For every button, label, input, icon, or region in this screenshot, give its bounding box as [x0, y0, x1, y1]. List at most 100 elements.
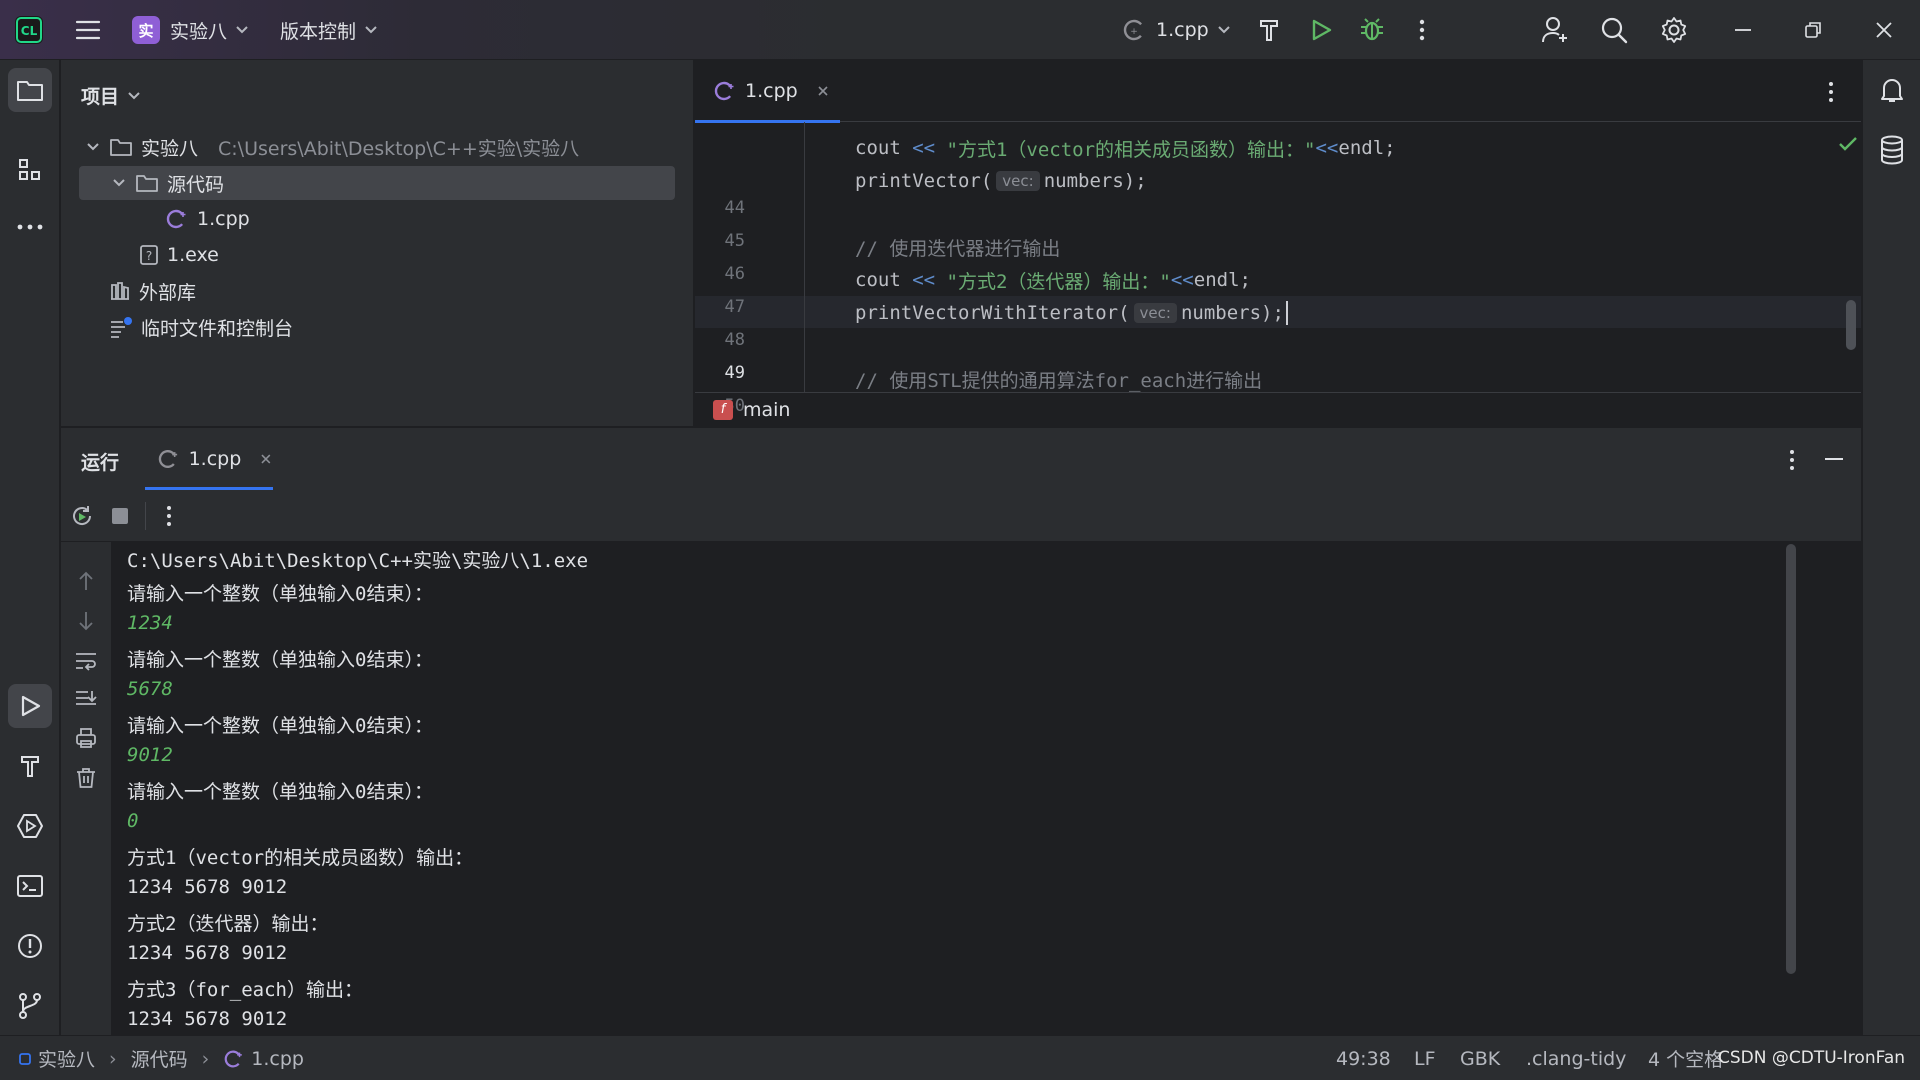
indent-setting[interactable]: 4 个空格	[1648, 1036, 1723, 1080]
restore-window-icon[interactable]	[1802, 0, 1824, 60]
cpp-file-icon	[166, 209, 186, 229]
tree-item-scratches[interactable]: 临时文件和控制台	[79, 310, 675, 344]
code-string: "方式2（迭代器）输出："	[935, 270, 1171, 293]
clion-logo-icon[interactable]: CL	[14, 0, 44, 60]
line-number: 47	[724, 297, 745, 317]
console-scrollbar[interactable]	[1786, 544, 1796, 974]
scroll-to-end-icon[interactable]	[74, 688, 98, 710]
parameter-hint: vec:	[1133, 303, 1177, 323]
line-separator[interactable]: LF	[1414, 1036, 1436, 1080]
console-side-toolbar	[61, 542, 111, 1036]
status-crumb-project[interactable]: 实验八	[38, 1045, 95, 1072]
close-tab-icon[interactable]	[259, 452, 273, 466]
database-icon[interactable]	[1870, 128, 1914, 172]
settings-gear-icon[interactable]	[1660, 0, 1688, 60]
close-window-icon[interactable]	[1873, 0, 1895, 60]
code-token: endl;	[1338, 137, 1396, 159]
tree-item-label: 实验八	[141, 137, 199, 160]
status-breadcrumb[interactable]: 实验八 › 源代码 › 1.cpp	[18, 1036, 304, 1080]
code-operator: <<	[912, 269, 936, 291]
title-bar: CL 实 实验八 版本控制 + 1.cpp	[0, 0, 1920, 60]
line-number-current: 49	[724, 363, 745, 383]
git-branch-icon[interactable]	[8, 984, 52, 1028]
services-icon[interactable]	[8, 804, 52, 848]
more-actions-icon[interactable]	[1410, 0, 1434, 60]
run-tool-icon[interactable]	[8, 684, 52, 728]
code-line-47[interactable]: // 使用迭代器进行输出	[855, 232, 1060, 262]
console-input-line: 1234	[127, 612, 173, 634]
tree-item-label: 外部库	[139, 281, 197, 304]
scroll-down-arrow-icon[interactable]	[76, 610, 96, 632]
scroll-up-arrow-icon[interactable]	[76, 570, 96, 592]
crumb-separator-icon: ›	[109, 1047, 117, 1070]
run-toolbar	[61, 490, 1861, 542]
status-bar: 实验八 › 源代码 › 1.cpp 49:38 LF GBK .clang-ti…	[0, 1035, 1920, 1080]
code-token: printVectorWithIterator(	[855, 302, 1130, 324]
console-output[interactable]: C:\Users\Abit\Desktop\C++实验\实验八\1.exe 请输…	[111, 542, 1861, 1036]
print-icon[interactable]	[74, 726, 98, 750]
line-number: 48	[724, 330, 745, 350]
debug-bug-icon[interactable]	[1358, 0, 1386, 60]
tree-item-cpp-file[interactable]: 1.cpp	[79, 202, 675, 236]
clear-trash-icon[interactable]	[74, 766, 98, 790]
code-token: printVector(	[855, 170, 993, 192]
soft-wrap-icon[interactable]	[74, 650, 98, 672]
project-panel-header[interactable]: 项目	[81, 82, 141, 109]
terminal-icon[interactable]	[8, 864, 52, 908]
search-icon[interactable]	[1600, 0, 1628, 60]
editor-tab-1cpp[interactable]: 1.cpp	[695, 60, 840, 123]
run-tab-1cpp[interactable]: 1.cpp	[145, 428, 273, 490]
editor-breadcrumb[interactable]: f main	[695, 392, 1861, 426]
tree-item-label: 1.cpp	[197, 208, 250, 230]
stop-icon[interactable]	[109, 505, 131, 527]
parameter-hint: vec:	[996, 171, 1040, 191]
caret-position[interactable]: 49:38	[1336, 1036, 1391, 1080]
status-crumb-folder[interactable]: 源代码	[131, 1045, 188, 1072]
hide-panel-icon[interactable]	[1823, 448, 1845, 470]
code-line-44[interactable]: cout << "方式1（vector的相关成员函数）输出：" << endl;	[855, 133, 1396, 163]
tree-item-project-root[interactable]: 实验八 C:\Users\Abit\Desktop\C++实验\实验八	[79, 130, 675, 164]
project-switcher[interactable]: 实 实验八	[132, 0, 249, 60]
status-crumb-file[interactable]: 1.cpp	[251, 1048, 304, 1070]
tree-item-external-libs[interactable]: 外部库	[79, 274, 675, 308]
more-tools-icon[interactable]	[8, 205, 52, 249]
build-hammer-icon[interactable]	[1256, 0, 1282, 60]
console-line: 1234 5678 9012	[127, 876, 288, 898]
console-line: 请输入一个整数（单独输入0结束）：	[127, 781, 433, 803]
text-caret	[1285, 301, 1288, 325]
tree-item-exe-file[interactable]: ? 1.exe	[79, 238, 675, 272]
run-tab-bar: 运行 1.cpp	[61, 428, 1861, 490]
code-line-45[interactable]: printVector(vec: numbers);	[855, 166, 1147, 196]
main-menu-icon[interactable]	[74, 0, 102, 60]
code-token: endl;	[1193, 269, 1251, 291]
run-config-selector[interactable]: + 1.cpp	[1122, 0, 1231, 60]
line-number: 46	[724, 264, 745, 284]
editor-scrollbar[interactable]	[1846, 300, 1856, 350]
crumb-separator-icon: ›	[201, 1047, 210, 1070]
run-play-icon[interactable]	[1308, 0, 1334, 60]
close-tab-icon[interactable]	[816, 84, 830, 98]
code-line-48[interactable]: cout << "方式2（迭代器）输出：" << endl;	[855, 265, 1251, 295]
run-panel: 运行 1.cpp C:\Users\Abit\Desktop\C++实验\实验八…	[61, 427, 1861, 1036]
file-encoding[interactable]: GBK	[1460, 1036, 1500, 1080]
cpp-file-icon	[714, 81, 734, 101]
run-toolbar-more-icon[interactable]	[165, 505, 173, 527]
vcs-menu[interactable]: 版本控制	[280, 0, 378, 60]
rerun-icon[interactable]	[69, 503, 95, 529]
code-line-51[interactable]: // 使用STL提供的通用算法for_each进行输出	[855, 364, 1262, 394]
project-tool-folder-icon[interactable]	[8, 68, 52, 112]
add-user-icon[interactable]	[1540, 0, 1570, 60]
tree-item-source[interactable]: 源代码	[79, 166, 675, 200]
problems-icon[interactable]	[8, 924, 52, 968]
no-problems-check-icon[interactable]	[1838, 136, 1858, 152]
code-line-49[interactable]: printVectorWithIterator(vec: numbers);	[855, 298, 1288, 328]
editor-more-icon[interactable]	[1827, 80, 1835, 104]
code-editor: 1.cpp 44 45 46 47 48 49 50 51 cout << "方…	[695, 60, 1861, 449]
console-line: 方式3（for_each）输出：	[127, 979, 363, 1001]
minimize-window-icon[interactable]	[1732, 0, 1754, 60]
clang-tidy-status[interactable]: .clang-tidy	[1526, 1036, 1626, 1080]
build-tool-icon[interactable]	[8, 744, 52, 788]
structure-icon[interactable]	[8, 148, 52, 192]
run-panel-more-icon[interactable]	[1788, 448, 1796, 472]
notifications-bell-icon[interactable]	[1870, 68, 1914, 112]
